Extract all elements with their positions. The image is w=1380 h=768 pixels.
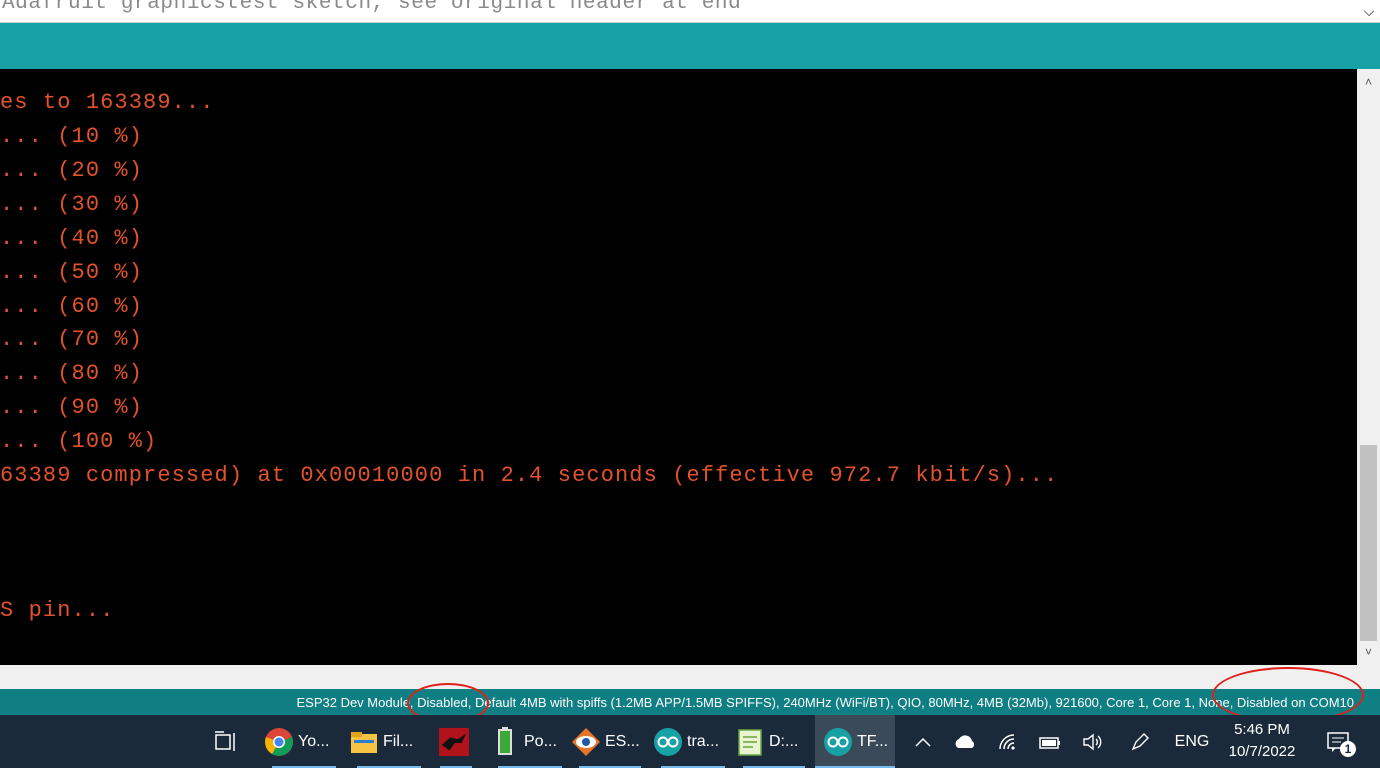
console-line: ... (20 %) (0, 158, 144, 183)
windows-taskbar: Yo... Fil... Po... ES... tra... D:... TF… (0, 715, 1380, 768)
scrollbar-thumb[interactable] (1360, 445, 1377, 641)
editor-code-line[interactable]: Adafruit graphicstest sketch, see origin… (0, 0, 1380, 23)
console-line: ... (100 %) (0, 429, 158, 454)
console-line: ... (30 %) (0, 192, 144, 217)
taskbar-app-label: Po... (524, 732, 557, 750)
taskbar-app-dragon[interactable] (432, 715, 480, 768)
taskbar-app-eye[interactable]: ES... (571, 715, 649, 768)
onedrive-icon[interactable] (946, 715, 984, 768)
task-view-icon (215, 730, 235, 751)
console-line: ... (70 %) (0, 327, 144, 352)
language-indicator[interactable]: ENG (1168, 715, 1216, 768)
volume-icon[interactable] (1074, 715, 1112, 768)
file-explorer-icon (349, 727, 379, 757)
vertical-scrollbar[interactable]: ˄ ˅ (1357, 69, 1380, 665)
taskbar-app-label: tra... (687, 732, 720, 750)
task-view-button[interactable] (204, 715, 248, 768)
console-line: ... (80 %) (0, 361, 144, 386)
scroll-down-icon[interactable]: ˅ (1357, 641, 1380, 663)
dragon-app-icon (439, 727, 469, 757)
chrome-icon (264, 727, 294, 757)
console-line: ... (90 %) (0, 395, 144, 420)
chevron-up-icon[interactable] (906, 715, 940, 768)
console-header-bar (0, 23, 1380, 69)
console-line: S pin... (0, 598, 115, 623)
clock-date: 10/7/2022 (1228, 743, 1296, 760)
taskbar-app-label: ES... (605, 732, 640, 750)
console-line: ... (50 %) (0, 260, 144, 285)
board-status-bar: ESP32 Dev Module, Disabled, Default 4MB … (0, 667, 1380, 723)
console-line: ... (40 %) (0, 226, 144, 251)
taskbar-clock[interactable]: 5:46 PM 10/7/2022 (1218, 719, 1306, 763)
console-line: ... (60 %) (0, 294, 144, 319)
horizontal-scrollbar[interactable] (0, 665, 1380, 689)
eye-app-icon (571, 727, 601, 757)
wifi-icon[interactable] (990, 715, 1028, 768)
power-app-icon (490, 726, 520, 757)
taskbar-app-notepad-plus[interactable]: D:... (735, 715, 813, 768)
taskbar-app-arduino-active[interactable]: TF... (815, 715, 895, 768)
console-line: ... (10 %) (0, 124, 144, 149)
taskbar-app-chrome[interactable]: Yo... (264, 715, 344, 768)
notifications-button[interactable]: 1 (1316, 715, 1360, 768)
taskbar-app-file-explorer[interactable]: Fil... (349, 715, 429, 768)
taskbar-app-label: Yo... (298, 732, 330, 750)
taskbar-app-label: Fil... (383, 732, 414, 750)
battery-icon[interactable] (1032, 715, 1068, 768)
scroll-up-icon[interactable]: ˄ (1357, 71, 1380, 93)
chevron-down-icon[interactable]: ⌵ (1358, 0, 1380, 22)
clock-time: 5:46 PM (1234, 721, 1290, 738)
arduino-icon (653, 727, 683, 757)
console-line: es to 163389... (0, 90, 215, 115)
console-output: es to 163389... ... (10 %) ... (20 %) ..… (0, 69, 1357, 665)
notification-count-badge: 1 (1340, 740, 1356, 757)
arduino-icon (823, 727, 853, 757)
editor-line-text: Adafruit graphicstest sketch, see origin… (2, 0, 742, 15)
notification-icon: 1 (1326, 731, 1356, 757)
pen-icon[interactable] (1122, 715, 1158, 768)
taskbar-app-label: TF... (857, 732, 889, 750)
taskbar-app-power[interactable]: Po... (490, 715, 570, 768)
notepad-plus-icon (735, 727, 765, 757)
taskbar-app-label: D:... (769, 732, 799, 750)
taskbar-app-arduino[interactable]: tra... (653, 715, 733, 768)
console-line: 63389 compressed) at 0x00010000 in 2.4 s… (0, 463, 1059, 488)
